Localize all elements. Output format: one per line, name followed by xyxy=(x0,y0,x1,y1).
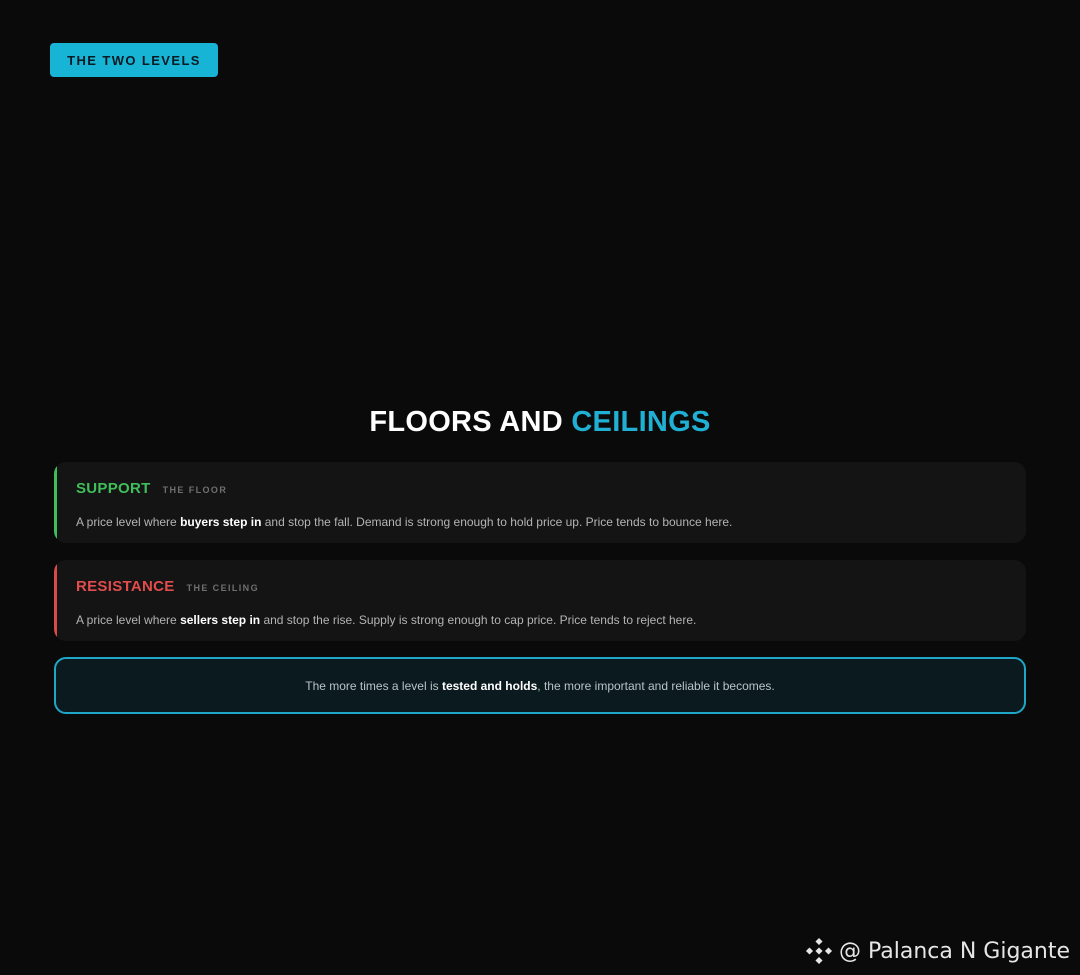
resistance-description: A price level where sellers step in and … xyxy=(76,613,1026,627)
support-title: SUPPORT xyxy=(76,480,151,497)
resistance-text-start: A price level where xyxy=(76,613,181,627)
page: THE TWO LEVELS FLOORS AND CEILINGS SUPPO… xyxy=(0,0,1080,975)
page-title: FLOORS AND CEILINGS xyxy=(0,406,1080,439)
note-text: The more times a level is tested and hol… xyxy=(305,679,775,693)
resistance-title: RESISTANCE xyxy=(76,578,175,595)
resistance-card-header: RESISTANCE THE CEILING xyxy=(76,578,1026,600)
binance-logo-icon xyxy=(805,937,833,965)
support-card-header: SUPPORT THE FLOOR xyxy=(76,480,1026,502)
resistance-text-end: and stop the rise. Supply is strong enou… xyxy=(260,613,697,627)
watermark-text: @ Palanca N Gigante xyxy=(838,938,1070,964)
watermark: @ Palanca N Gigante xyxy=(805,937,1070,965)
support-text-end: and stop the fall. Demand is strong enou… xyxy=(261,515,733,529)
note-text-emphasis: tested and holds xyxy=(441,678,538,693)
title-accent: CEILINGS xyxy=(571,406,711,438)
support-card: SUPPORT THE FLOOR A price level where bu… xyxy=(54,462,1026,543)
resistance-text-emphasis: sellers step in xyxy=(180,613,261,627)
support-text-emphasis: buyers step in xyxy=(180,515,262,529)
support-description: A price level where buyers step in and s… xyxy=(76,515,1026,529)
support-subtitle: THE FLOOR xyxy=(162,485,228,495)
key-insight-note: The more times a level is tested and hol… xyxy=(54,657,1026,714)
resistance-card: RESISTANCE THE CEILING A price level whe… xyxy=(54,560,1026,641)
note-text-end: , the more important and reliable it bec… xyxy=(537,678,775,693)
resistance-subtitle: THE CEILING xyxy=(186,583,259,593)
section-badge: THE TWO LEVELS xyxy=(50,43,218,77)
note-text-start: The more times a level is xyxy=(305,678,442,693)
title-part1: FLOORS AND xyxy=(369,406,572,438)
section-badge-label: THE TWO LEVELS xyxy=(67,52,201,68)
support-text-start: A price level where xyxy=(76,515,181,529)
